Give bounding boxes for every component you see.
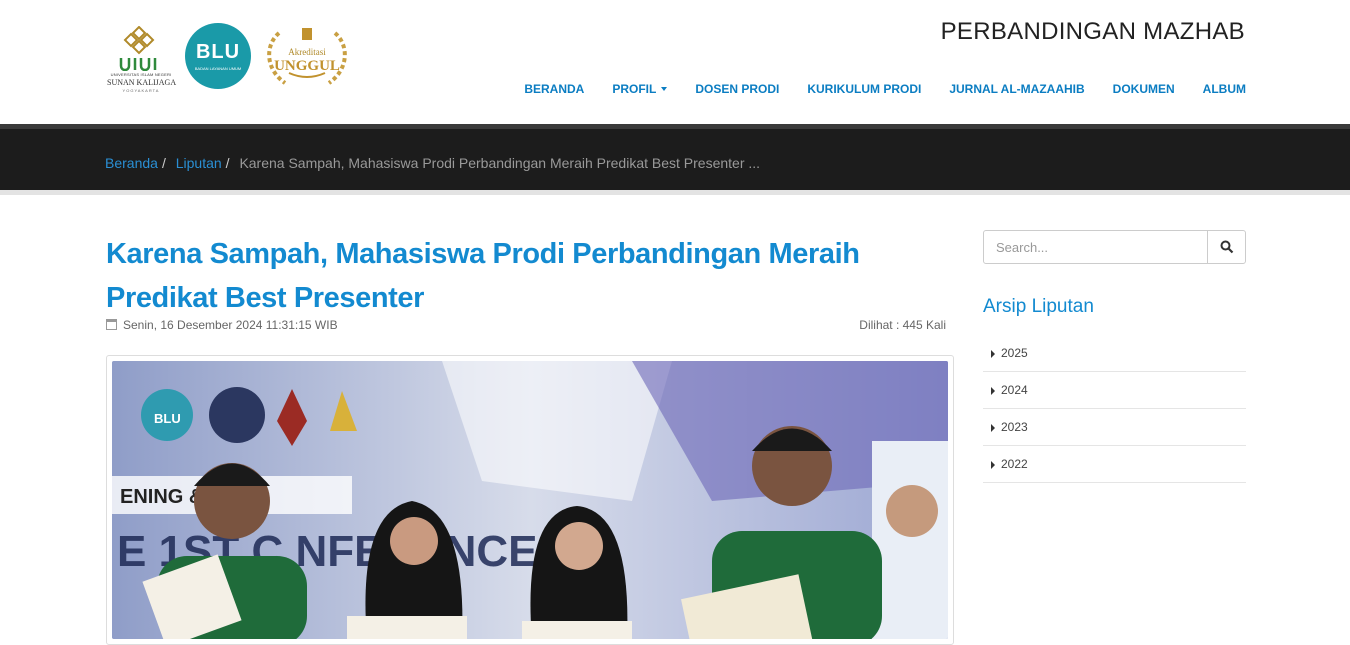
site-title: PERBANDINGAN MAZHAB — [940, 18, 1245, 45]
uin-text-icon — [119, 58, 157, 71]
breadcrumb-bottom-border — [0, 190, 1350, 195]
uin-line1: UNIVERSITAS ISLAM NEGERI — [110, 72, 172, 77]
akreditasi-logo[interactable]: Akreditasi UNGGUL — [259, 23, 355, 89]
blu-logo[interactable]: BLU BADAN LAYANAN UMUM — [185, 23, 251, 89]
article-meta: Senin, 16 Desember 2024 11:31:15 WIB Dil… — [106, 318, 946, 332]
site-header: UNIVERSITAS ISLAM NEGERI SUNAN KALIJAGA … — [0, 0, 1350, 124]
nav-profil-label: PROFIL — [612, 82, 657, 96]
nav-profil[interactable]: PROFIL — [612, 82, 668, 96]
svg-text:BLU: BLU — [154, 411, 181, 426]
search-button[interactable] — [1207, 231, 1245, 263]
photo-banner-blu: BLU — [154, 411, 181, 426]
logo-group: UNIVERSITAS ISLAM NEGERI SUNAN KALIJAGA … — [107, 22, 355, 93]
caret-right-icon — [991, 387, 995, 395]
nav-dosen-prodi[interactable]: DOSEN PRODI — [695, 82, 779, 96]
article-photo-frame: ENING & SE E 1ST C NFERENCE BLU — [106, 355, 954, 645]
nav-kurikulum-prodi[interactable]: KURIKULUM PRODI — [807, 82, 921, 96]
breadcrumb-current: Karena Sampah, Mahasiswa Prodi Perbandin… — [239, 155, 761, 171]
archive-year: 2022 — [1001, 457, 1028, 471]
article-photo[interactable]: ENING & SE E 1ST C NFERENCE BLU — [112, 361, 948, 639]
article-date: Senin, 16 Desember 2024 11:31:15 WIB — [123, 318, 338, 332]
uin-line2: SUNAN KALIJAGA — [107, 78, 177, 87]
caret-right-icon — [991, 461, 995, 469]
nav-dokumen[interactable]: DOKUMEN — [1113, 82, 1175, 96]
search-icon — [1220, 240, 1233, 254]
breadcrumb-separator: / — [161, 155, 166, 171]
akreditasi-label: Akreditasi — [288, 47, 326, 57]
archive-item-2022[interactable]: 2022 — [983, 446, 1246, 483]
caret-right-icon — [991, 424, 995, 432]
main-nav: BERANDA PROFIL DOSEN PRODI KURIKULUM PRO… — [496, 82, 1246, 96]
akreditasi-grade: UNGGUL — [274, 58, 340, 74]
breadcrumb-separator: / — [225, 155, 230, 171]
article-views: Dilihat : 445 Kali — [859, 318, 946, 332]
uin-line3: YOGYAKARTA — [122, 88, 160, 93]
breadcrumb-bar: Beranda / Liputan / Karena Sampah, Mahasis… — [0, 124, 1350, 190]
search-box — [983, 230, 1246, 264]
archive-list: 2025 2024 2023 2022 — [983, 335, 1246, 483]
breadcrumb-section[interactable]: Liputan — [176, 155, 222, 171]
breadcrumb: Beranda / Liputan / Karena Sampah, Mahasis… — [105, 155, 760, 171]
archive-item-2024[interactable]: 2024 — [983, 372, 1246, 409]
nav-jurnal[interactable]: JURNAL AL-MAZAAHIB — [949, 82, 1084, 96]
caret-right-icon — [991, 350, 995, 358]
breadcrumb-home[interactable]: Beranda — [105, 155, 158, 171]
nav-album[interactable]: ALBUM — [1203, 82, 1246, 96]
nav-beranda[interactable]: BERANDA — [524, 82, 584, 96]
uin-emblem-icon — [123, 26, 155, 55]
blu-logo-text: BLU — [195, 41, 241, 63]
archive-item-2023[interactable]: 2023 — [983, 409, 1246, 446]
archive-year: 2023 — [1001, 420, 1028, 434]
archive-year: 2025 — [1001, 346, 1028, 360]
archive-item-2025[interactable]: 2025 — [983, 335, 1246, 372]
uin-logo[interactable]: UNIVERSITAS ISLAM NEGERI SUNAN KALIJAGA … — [107, 22, 177, 93]
calendar-icon — [106, 319, 117, 330]
blu-logo-sub: BADAN LAYANAN UMUM — [194, 66, 242, 71]
article-title: Karena Sampah, Mahasiswa Prodi Perbandin… — [106, 238, 860, 314]
archive-title: Arsip Liputan — [983, 296, 1094, 317]
caret-down-icon — [661, 86, 668, 91]
award-photo-illustration: ENING & SE E 1ST C NFERENCE BLU — [112, 361, 948, 639]
search-input[interactable] — [984, 231, 1207, 263]
archive-year: 2024 — [1001, 383, 1028, 397]
